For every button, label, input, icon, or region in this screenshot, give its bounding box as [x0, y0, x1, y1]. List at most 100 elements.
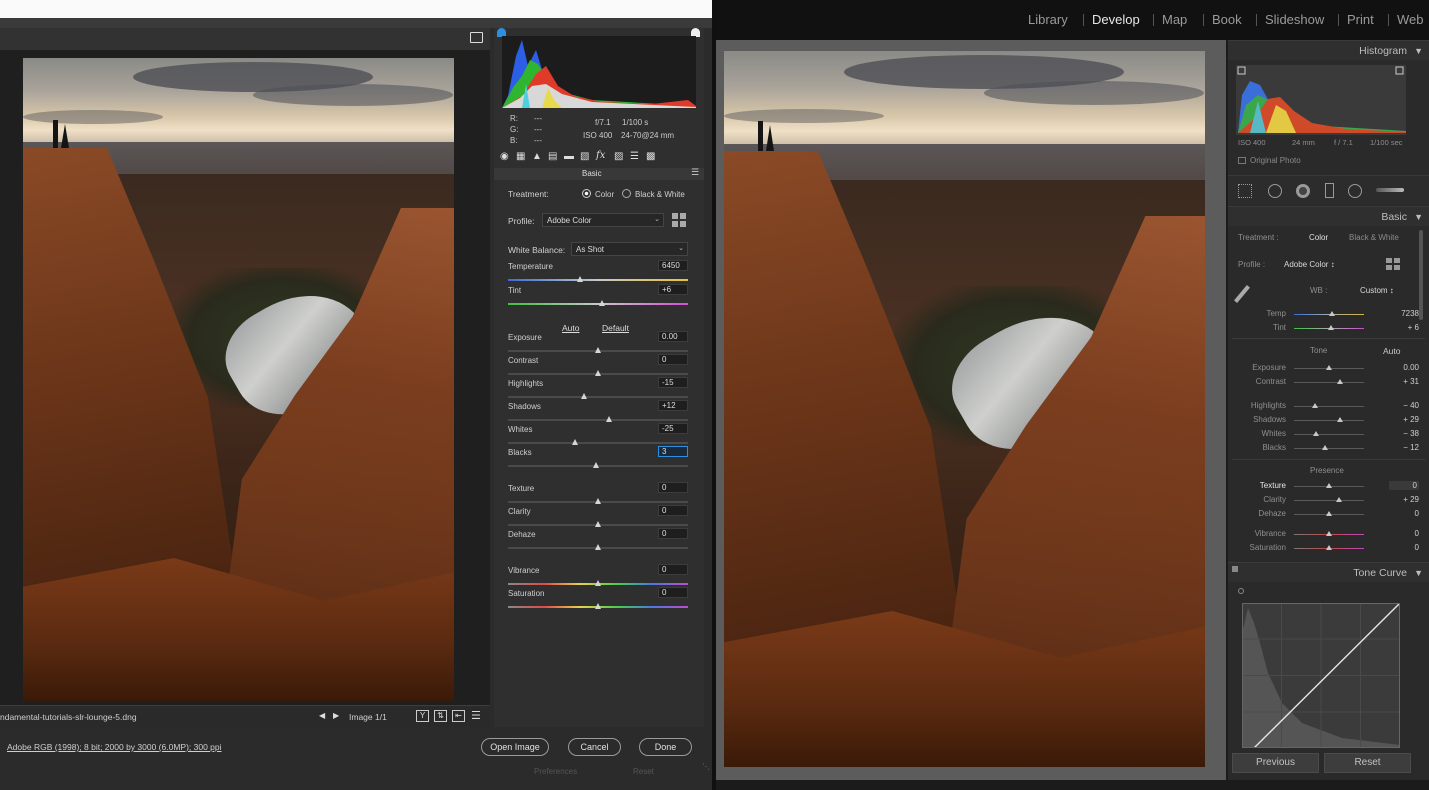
- module-library[interactable]: Library: [1028, 12, 1068, 27]
- lr-slider-thumb[interactable]: [1326, 545, 1332, 550]
- slider-thumb[interactable]: [595, 498, 601, 504]
- slider-value-field[interactable]: +6: [658, 284, 688, 295]
- slider-track[interactable]: [508, 442, 688, 444]
- slider-value-field[interactable]: 0: [658, 528, 688, 539]
- slider-thumb[interactable]: [595, 544, 601, 550]
- slider-highlights[interactable]: Highlights -15: [508, 377, 688, 399]
- wb-select[interactable]: Custom ↕: [1360, 286, 1394, 295]
- open-image-button[interactable]: Open Image: [481, 738, 549, 756]
- basic-header[interactable]: Basic ▼: [1228, 206, 1429, 226]
- lr-slider-thumb[interactable]: [1328, 311, 1335, 316]
- lr-slider-track[interactable]: [1294, 448, 1364, 449]
- lr-slider-vibrance[interactable]: Vibrance 0: [1228, 529, 1429, 541]
- slider-track[interactable]: [508, 419, 688, 421]
- cancel-button[interactable]: Cancel: [568, 738, 621, 756]
- lr-slider-value[interactable]: − 38: [1403, 429, 1419, 438]
- slider-thumb[interactable]: [598, 300, 605, 306]
- lr-slider-thumb[interactable]: [1326, 531, 1332, 536]
- lr-slider-thumb[interactable]: [1336, 379, 1343, 384]
- lr-slider-track[interactable]: [1294, 420, 1364, 421]
- slider-exposure[interactable]: Exposure 0.00: [508, 331, 688, 353]
- slider-value-field[interactable]: 0: [658, 564, 688, 575]
- lr-slider-value[interactable]: 0: [1415, 509, 1419, 518]
- tone-curve-toggle-icon[interactable]: [1232, 566, 1238, 572]
- done-button[interactable]: Done: [639, 738, 692, 756]
- slider-thumb[interactable]: [577, 276, 583, 282]
- slider-texture[interactable]: Texture 0: [508, 482, 688, 504]
- lr-slider-texture[interactable]: Texture 0: [1228, 481, 1429, 493]
- slider-track[interactable]: [508, 279, 688, 281]
- slider-thumb[interactable]: [595, 580, 601, 586]
- lr-slider-thumb[interactable]: [1312, 403, 1318, 408]
- lr-slider-thumb[interactable]: [1326, 511, 1332, 516]
- slider-tint[interactable]: Tint +6: [508, 284, 688, 306]
- copy-settings-icon[interactable]: ⇤: [452, 710, 465, 722]
- snapshots-tab-icon[interactable]: ▩: [646, 151, 655, 162]
- lr-slider-track[interactable]: [1294, 382, 1364, 383]
- swap-icon[interactable]: ⇅: [434, 710, 447, 722]
- lens-tab-icon[interactable]: ▧: [580, 151, 589, 162]
- slider-whites[interactable]: Whites -25: [508, 423, 688, 445]
- lr-slider-thumb[interactable]: [1326, 365, 1332, 370]
- calibration-tab-icon[interactable]: ▨: [614, 151, 623, 162]
- detail-tab-icon[interactable]: ▲: [532, 151, 542, 162]
- lr-slider-thumb[interactable]: [1335, 497, 1342, 502]
- slider-thumb[interactable]: [595, 347, 601, 353]
- view-settings-icon[interactable]: ☰: [471, 709, 481, 722]
- basic-tab-icon[interactable]: ◉: [500, 151, 509, 162]
- crop-tool-icon[interactable]: [1238, 184, 1252, 198]
- slider-contrast[interactable]: Contrast 0: [508, 354, 688, 376]
- slider-value-field[interactable]: 0: [658, 587, 688, 598]
- module-web[interactable]: Web: [1397, 12, 1424, 27]
- workflow-options-link[interactable]: Adobe RGB (1998); 8 bit; 2000 by 3000 (6…: [7, 742, 222, 752]
- lr-slider-whites[interactable]: Whites − 38: [1228, 429, 1429, 441]
- fullscreen-toggle-icon[interactable]: [470, 32, 483, 43]
- lr-slider-blacks[interactable]: Blacks − 12: [1228, 443, 1429, 455]
- auto-link[interactable]: Auto: [562, 323, 580, 333]
- slider-value-field[interactable]: 0: [658, 505, 688, 516]
- adjustment-brush-icon[interactable]: [1376, 188, 1404, 192]
- lr-slider-value[interactable]: + 29: [1403, 415, 1419, 424]
- profile-select[interactable]: Adobe Color ↕: [1284, 260, 1335, 269]
- treatment-color-radio[interactable]: [582, 189, 591, 198]
- lr-slider-track[interactable]: [1294, 434, 1364, 435]
- profile-browser-icon[interactable]: [672, 213, 686, 227]
- scrollbar[interactable]: [1419, 230, 1423, 320]
- slider-thumb[interactable]: [580, 393, 587, 399]
- compare-y-icon[interactable]: Y: [416, 710, 429, 722]
- lr-slider-value[interactable]: 0: [1389, 481, 1419, 490]
- lr-slider-value[interactable]: − 40: [1403, 401, 1419, 410]
- wb-eyedropper-icon[interactable]: [1234, 285, 1250, 303]
- redeye-icon[interactable]: [1296, 184, 1310, 198]
- lr-slider-tint[interactable]: Tint + 6: [1228, 323, 1429, 335]
- split-tone-tab-icon[interactable]: ▬: [564, 151, 574, 162]
- slider-value-field[interactable]: 6450: [658, 260, 688, 271]
- slider-thumb[interactable]: [593, 462, 600, 468]
- module-book[interactable]: Book: [1212, 12, 1242, 27]
- tone-curve-header[interactable]: Tone Curve ▼: [1228, 562, 1429, 582]
- lr-slider-value[interactable]: + 31: [1403, 377, 1419, 386]
- slider-saturation[interactable]: Saturation 0: [508, 587, 688, 609]
- prev-image-button[interactable]: ◀: [319, 711, 325, 720]
- lr-slider-highlights[interactable]: Highlights − 40: [1228, 401, 1429, 413]
- lr-slider-saturation[interactable]: Saturation 0: [1228, 543, 1429, 555]
- slider-blacks[interactable]: Blacks 3: [508, 446, 688, 468]
- reset-button[interactable]: Reset: [1324, 753, 1411, 773]
- hsl-tab-icon[interactable]: ▤: [548, 151, 557, 162]
- radial-filter-icon[interactable]: [1348, 184, 1362, 198]
- slider-shadows[interactable]: Shadows +12: [508, 400, 688, 422]
- slider-value-field[interactable]: 0: [658, 482, 688, 493]
- lr-slider-shadows[interactable]: Shadows + 29: [1228, 415, 1429, 427]
- lr-slider-contrast[interactable]: Contrast + 31: [1228, 377, 1429, 389]
- spot-removal-icon[interactable]: [1268, 184, 1282, 198]
- histogram-header[interactable]: Histogram ▼: [1228, 40, 1429, 60]
- lr-slider-thumb[interactable]: [1321, 445, 1328, 450]
- graduated-filter-icon[interactable]: [1325, 183, 1334, 198]
- lr-slider-value[interactable]: + 29: [1403, 495, 1419, 504]
- lr-slider-temp[interactable]: Temp 7238: [1228, 309, 1429, 321]
- lr-slider-thumb[interactable]: [1328, 325, 1335, 330]
- module-map[interactable]: Map: [1162, 12, 1187, 27]
- module-print[interactable]: Print: [1347, 12, 1374, 27]
- treatment-bw-radio[interactable]: [622, 189, 631, 198]
- targeted-adjust-icon[interactable]: [1238, 588, 1244, 594]
